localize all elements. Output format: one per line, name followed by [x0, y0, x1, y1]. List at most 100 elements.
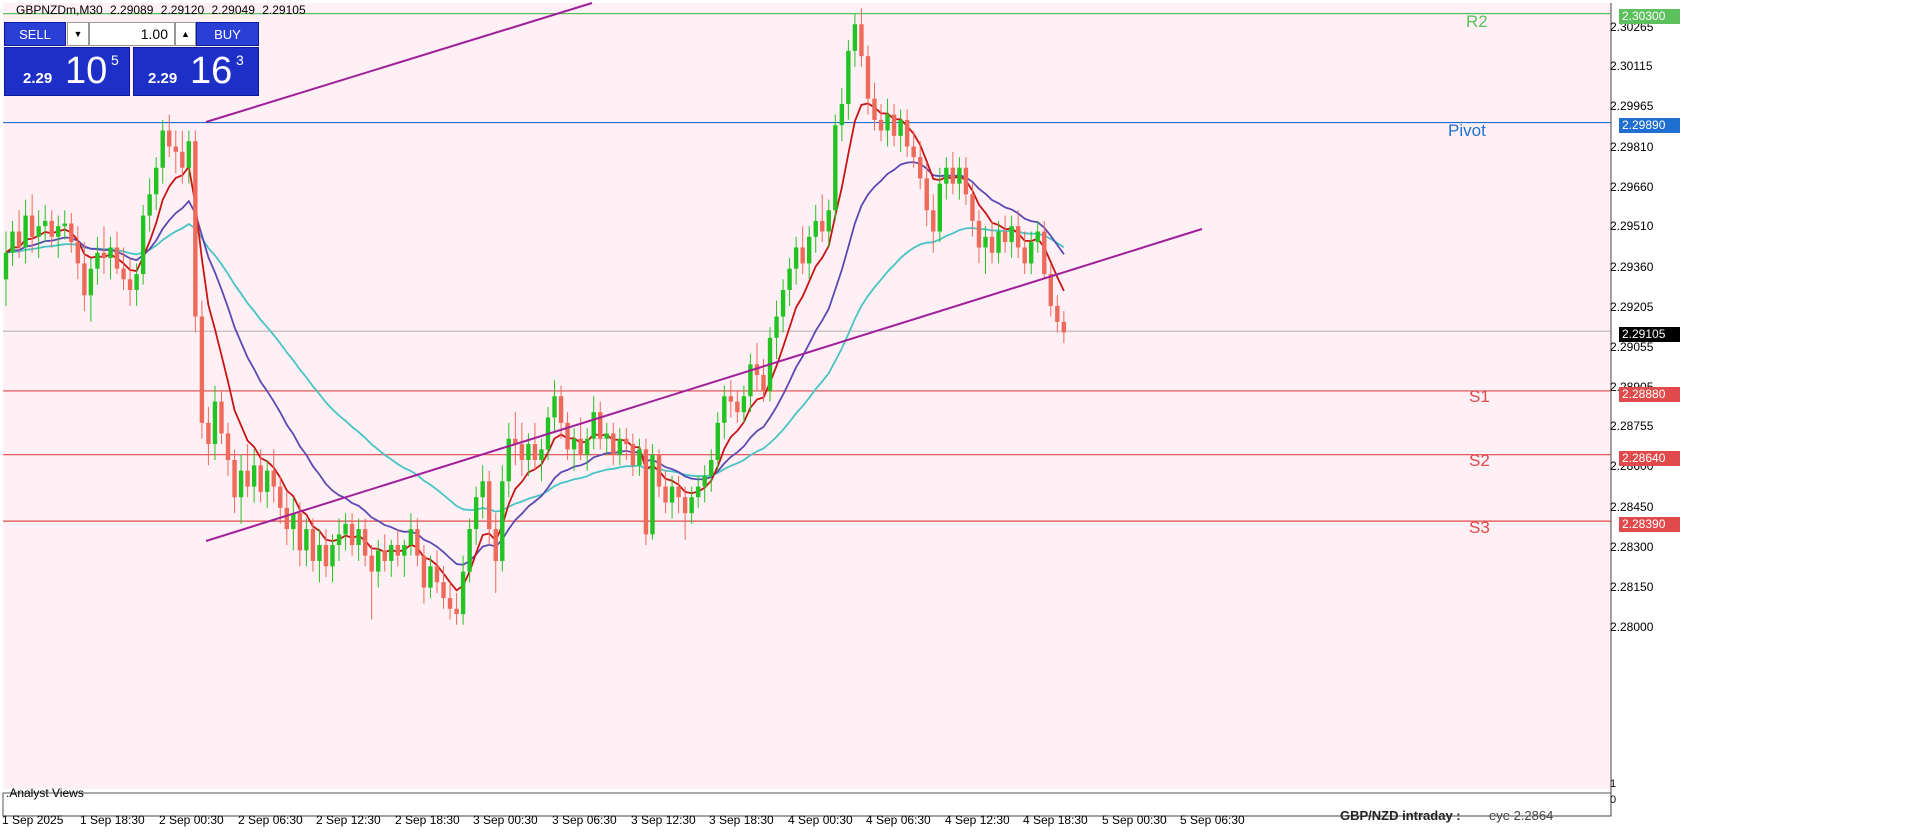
price-tick: 2.28755 — [1610, 419, 1654, 433]
candle-body — [291, 513, 296, 530]
candle-body — [976, 220, 982, 248]
candle-body — [656, 454, 662, 487]
sell-price-box[interactable]: 2.29 10 5 — [4, 47, 130, 96]
candle-body — [1042, 231, 1047, 275]
candle — [199, 300, 205, 439]
candle-body — [75, 242, 81, 264]
candle-body — [931, 210, 936, 232]
time-tick: 2 Sep 00:30 — [159, 813, 224, 827]
candle-body — [715, 422, 720, 461]
candle-body — [833, 125, 838, 211]
candle-body — [101, 252, 107, 259]
candle-body — [761, 374, 766, 391]
price-tick: 2.28000 — [1610, 620, 1654, 634]
level-tag-s3: 2.28390 — [1619, 517, 1680, 532]
candle-body — [957, 167, 962, 184]
lot-size-input[interactable]: 1.00 — [89, 22, 175, 46]
candle-body — [42, 220, 48, 227]
subwindow-axis-max: 1 — [1610, 778, 1617, 790]
lot-decrease-button[interactable]: ▼ — [67, 22, 89, 46]
candle-body — [284, 507, 289, 530]
lot-increase-button[interactable]: ▲ — [175, 22, 196, 46]
candle-body — [500, 481, 505, 561]
ohlc-close: 2.29105 — [262, 3, 306, 17]
candle-body — [199, 316, 205, 423]
time-tick: 2 Sep 12:30 — [316, 813, 381, 827]
candle-body — [376, 550, 381, 572]
candle-body — [846, 50, 851, 104]
candle-body — [944, 167, 949, 184]
candle-body — [669, 486, 675, 503]
candle-body — [238, 470, 244, 498]
candle-body — [441, 582, 446, 599]
candle-body — [604, 433, 609, 439]
candle-body — [428, 566, 433, 588]
time-tick: 3 Sep 06:30 — [552, 813, 617, 827]
price-tick: 2.30115 — [1610, 59, 1653, 73]
candle-body — [1002, 231, 1008, 243]
buy-button[interactable]: BUY — [196, 22, 259, 46]
candle-body — [323, 545, 329, 567]
candle-body — [735, 401, 740, 413]
candle-body — [617, 438, 623, 455]
sell-button[interactable]: SELL — [4, 22, 66, 46]
candle-body — [1061, 321, 1067, 333]
candle-body — [23, 215, 28, 248]
candle-body — [911, 146, 916, 158]
candle-body — [539, 449, 544, 461]
candle-body — [121, 268, 126, 280]
candle-body — [317, 545, 322, 561]
candle-body — [852, 24, 858, 51]
time-tick: 2 Sep 06:30 — [238, 813, 303, 827]
candle-body — [558, 396, 564, 423]
time-tick: 4 Sep 06:30 — [866, 813, 931, 827]
candle-body — [865, 56, 871, 99]
time-tick: 3 Sep 00:30 — [473, 813, 538, 827]
candle-body — [147, 194, 152, 216]
candle-body — [153, 167, 159, 195]
analysis-caption-title: GBP/NZD intraday : — [1340, 808, 1461, 823]
candle-body — [918, 157, 923, 179]
candle-body — [637, 449, 642, 466]
candle-body — [29, 215, 35, 237]
candle — [500, 465, 505, 572]
candle-body — [591, 412, 596, 439]
candle-body — [382, 550, 387, 561]
candle-body — [963, 167, 969, 195]
current-price-tag: 2.29105 — [1619, 327, 1680, 342]
buy-price-box[interactable]: 2.29 16 3 — [133, 47, 259, 96]
candle-body — [526, 444, 531, 461]
candle-body — [970, 194, 975, 221]
sell-price-prefix: 2.29 — [23, 70, 53, 87]
candle-body — [356, 529, 361, 546]
buy-price-fraction: 3 — [236, 52, 244, 68]
ohlc-open: 2.29089 — [110, 3, 154, 17]
candle-body — [820, 220, 825, 232]
candle-body — [62, 223, 67, 227]
candle-body — [271, 470, 276, 487]
price-tick: 2.29810 — [1610, 140, 1654, 154]
candle-body — [800, 247, 805, 264]
candle-body — [330, 545, 335, 567]
candle-body — [532, 444, 538, 461]
candle-body — [36, 226, 41, 237]
price-tick: 2.29660 — [1610, 180, 1654, 194]
candle — [643, 438, 649, 546]
level-label-s2: S2 — [1469, 451, 1490, 470]
candle-body — [454, 608, 459, 615]
ohlc-low: 2.29049 — [211, 3, 255, 17]
candle-body — [650, 454, 655, 535]
candle-body — [624, 438, 629, 445]
time-tick: 3 Sep 18:30 — [709, 813, 774, 827]
candle-body — [278, 486, 283, 508]
candle-body — [310, 529, 316, 561]
candle-body — [421, 555, 427, 588]
price-tick: 2.28300 — [1610, 540, 1654, 554]
level-label-s1: S1 — [1469, 387, 1490, 406]
candle-body — [167, 130, 172, 147]
level-label-s3: S3 — [1469, 518, 1490, 537]
level-tag-s2: 2.28640 — [1619, 451, 1680, 466]
time-tick: 4 Sep 00:30 — [788, 813, 853, 827]
candle-body — [447, 598, 453, 609]
price-tick: 2.28150 — [1610, 580, 1654, 594]
